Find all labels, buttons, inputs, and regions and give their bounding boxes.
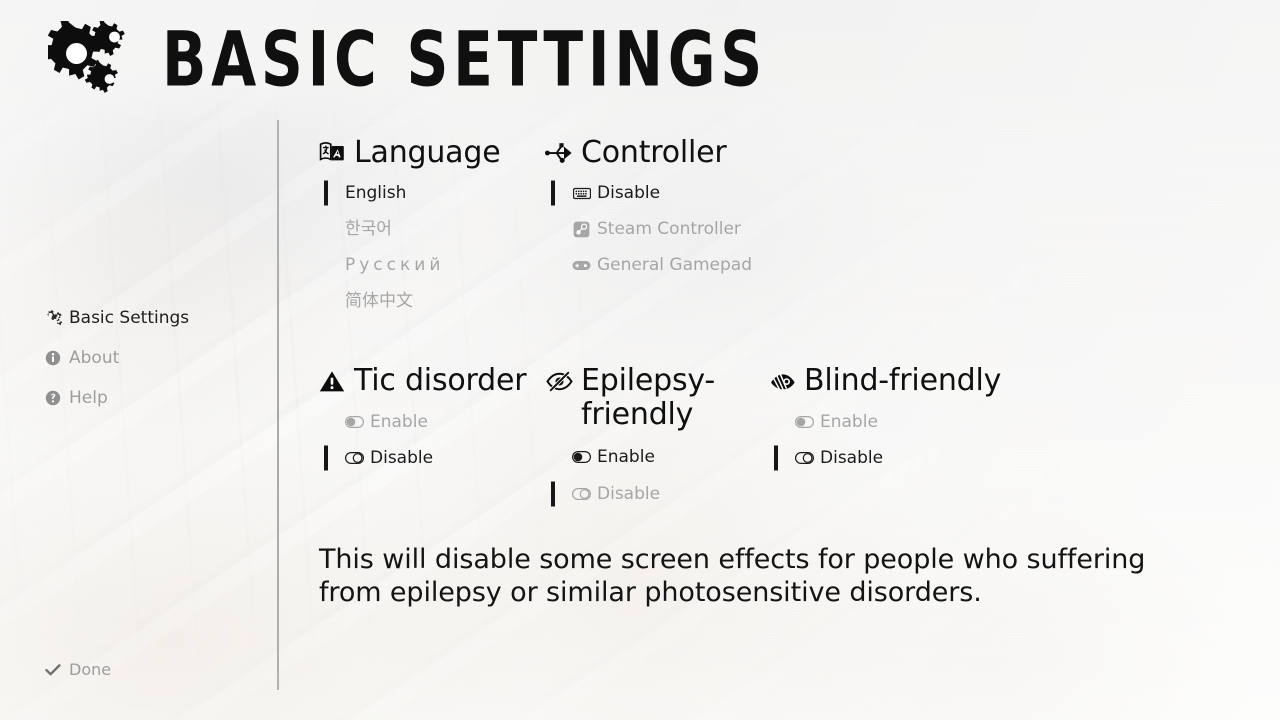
option-general-gamepad[interactable]: General Gamepad — [545, 247, 752, 283]
option-list: Disable Steam Controller General Gamepad — [545, 175, 752, 283]
option-label: 简体中文 — [345, 291, 413, 311]
option-label: Disable — [597, 483, 661, 504]
eye-slash-icon — [545, 364, 573, 398]
option-list: English 한국어 Русский 简体中文 — [318, 175, 500, 319]
option-label: English — [345, 183, 407, 203]
selection-bar — [551, 180, 555, 206]
group-heading: Blind-friendly — [768, 364, 1001, 398]
option-epilepsy-disable[interactable]: Disable — [545, 475, 760, 512]
toggle-on-icon — [572, 447, 591, 466]
selection-bar — [774, 445, 778, 471]
option-russian[interactable]: Русский — [318, 247, 500, 283]
option-simplified-chinese[interactable]: 简体中文 — [318, 283, 500, 319]
selection-bar — [324, 180, 328, 206]
settings-group-epilepsy-friendly: Epilepsy-friendly Enable Disable — [545, 364, 760, 512]
group-heading: Controller — [545, 136, 752, 170]
settings-group-blind-friendly: Blind-friendly Enable Disable — [768, 364, 1001, 476]
option-label: Disable — [820, 448, 884, 468]
option-label: General Gamepad — [597, 255, 753, 275]
setting-description: This will disable some screen effects fo… — [319, 544, 1146, 608]
settings-group-controller: Controller Disable Steam Controller Gene… — [545, 136, 752, 283]
steam-icon — [572, 220, 591, 239]
option-controller-disable[interactable]: Disable — [545, 175, 752, 211]
option-label: Enable — [370, 412, 428, 432]
settings-content: Language English 한국어 Русский 简体中文 Contro… — [0, 0, 1280, 720]
settings-group-language: Language English 한국어 Русский 简体中文 — [318, 135, 501, 319]
selection-bar — [324, 445, 328, 471]
group-heading: Epilepsy-friendly — [545, 364, 760, 432]
toggle-on-icon — [795, 413, 814, 432]
group-heading: Tic disorder — [318, 363, 527, 398]
group-title: Language — [354, 135, 501, 170]
toggle-on-icon — [345, 413, 364, 432]
option-korean[interactable]: 한국어 — [318, 211, 500, 247]
group-title: Blind-friendly — [804, 363, 1002, 398]
selection-bar — [551, 481, 555, 506]
gamepad-icon — [572, 256, 591, 275]
option-list: Enable Disable — [768, 404, 1001, 476]
option-label: 한국어 — [345, 219, 392, 239]
option-blind-disable[interactable]: Disable — [768, 440, 1001, 476]
option-epilepsy-enable[interactable]: Enable — [545, 438, 760, 475]
option-label: Steam Controller — [597, 219, 741, 239]
toggle-off-icon — [795, 449, 814, 468]
settings-group-tic-disorder: Tic disorder Enable Disable — [318, 363, 527, 476]
settings-screen: BASIC SETTINGS Basic Settings About Help… — [0, 0, 1280, 720]
option-list: Enable Disable — [318, 404, 526, 476]
option-tic-disable[interactable]: Disable — [318, 440, 526, 476]
group-heading: Language — [318, 135, 501, 170]
group-title: Epilepsy-friendly — [581, 364, 716, 432]
keyboard-icon — [572, 184, 591, 203]
option-label: Русский — [345, 255, 445, 275]
option-blind-enable[interactable]: Enable — [768, 404, 1001, 440]
language-icon — [318, 136, 346, 170]
option-label: Enable — [597, 446, 655, 467]
toggle-off-icon — [572, 484, 591, 503]
option-label: Enable — [820, 412, 878, 432]
toggle-off-icon — [345, 449, 364, 468]
option-label: Disable — [597, 183, 661, 203]
group-title: Tic disorder — [354, 363, 527, 398]
usb-icon — [545, 136, 573, 170]
low-vision-icon — [768, 364, 796, 398]
option-list: Enable Disable — [545, 438, 760, 512]
warning-triangle-icon — [318, 364, 346, 398]
option-label: Disable — [370, 448, 434, 468]
group-title: Controller — [581, 135, 727, 170]
option-tic-enable[interactable]: Enable — [318, 404, 526, 440]
option-steam-controller[interactable]: Steam Controller — [545, 211, 752, 247]
option-english[interactable]: English — [318, 175, 500, 211]
